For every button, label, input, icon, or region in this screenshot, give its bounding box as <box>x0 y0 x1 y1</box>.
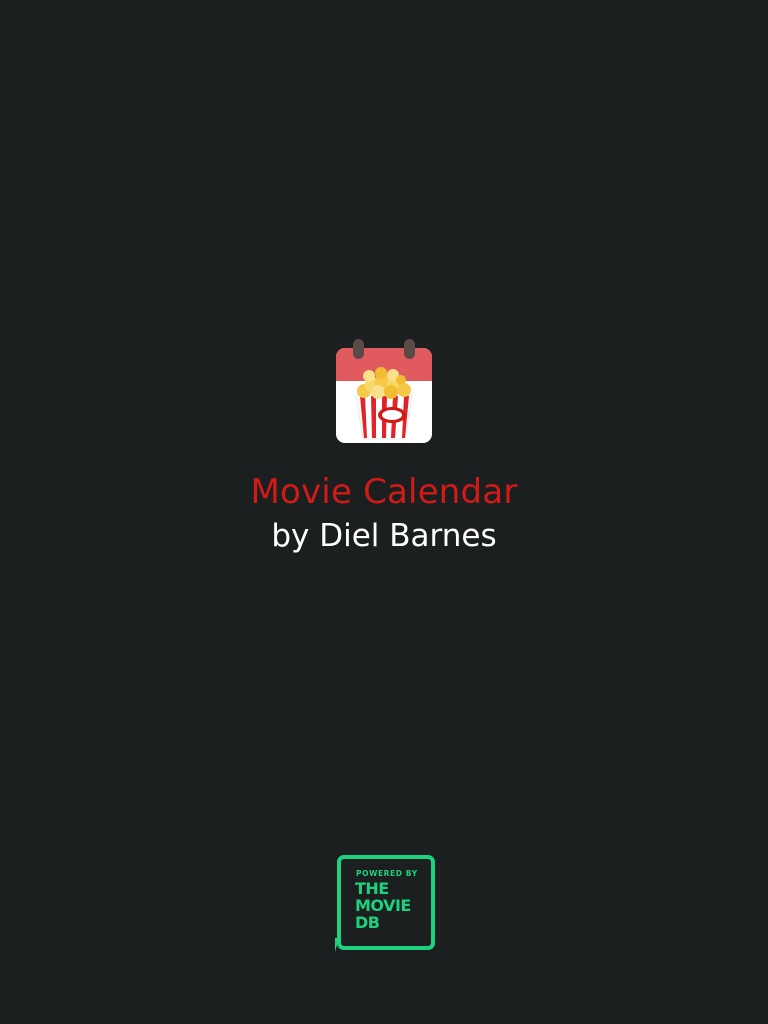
tmdb-logo-tail <box>335 938 339 952</box>
tmdb-logo-icon: POWERED BY THE MOVIE DB <box>335 853 435 955</box>
tmdb-word-the: THE <box>355 879 389 898</box>
splash-screen: Movie Calendar by Diel Barnes POWERED BY… <box>0 0 768 1024</box>
app-author: by Diel Barnes <box>271 518 497 554</box>
tmdb-word-movie: MOVIE <box>355 896 411 915</box>
app-title: Movie Calendar <box>250 472 518 512</box>
popcorn-calendar-icon <box>336 339 432 443</box>
tmdb-word-db: DB <box>355 913 380 932</box>
tmdb-powered-by-text: POWERED BY <box>356 869 418 878</box>
